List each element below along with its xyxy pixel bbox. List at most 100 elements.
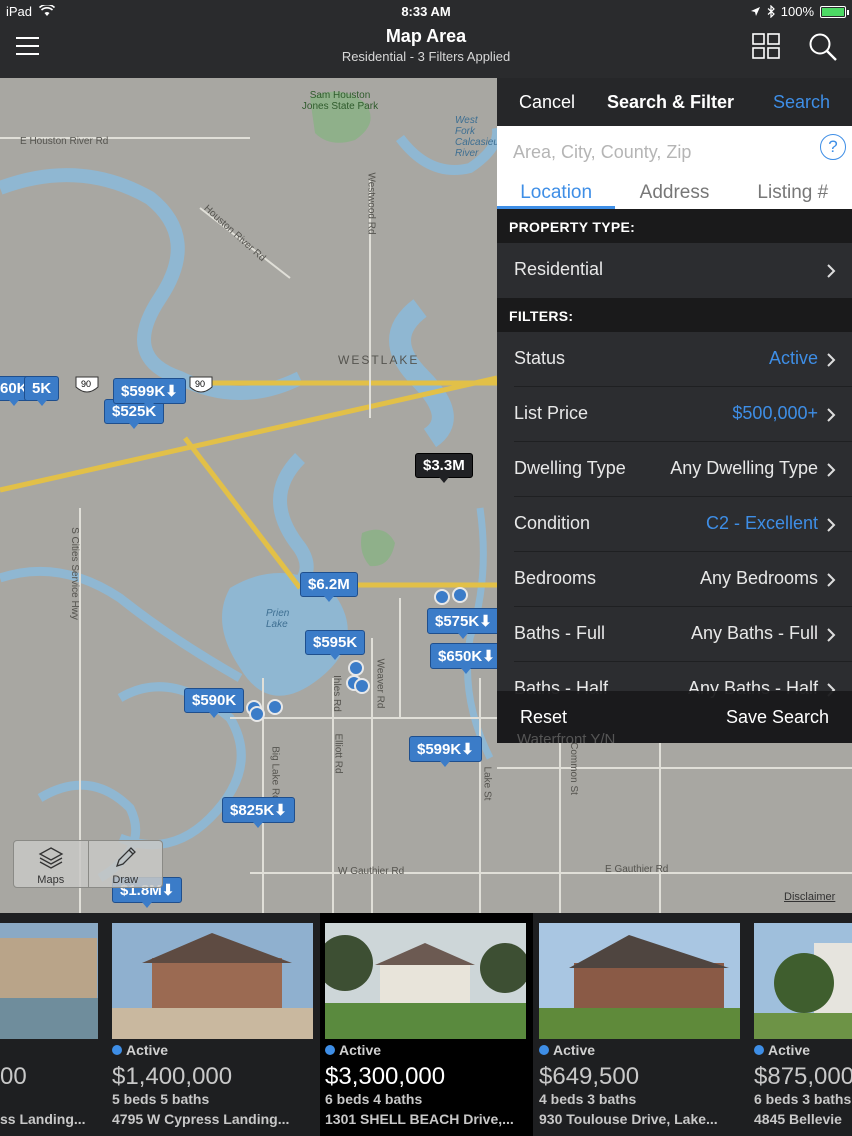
filter-row-status[interactable]: Status Active — [497, 332, 852, 387]
listing-beds: 4 beds 3 baths — [539, 1091, 637, 1107]
panel-footer: Waterfront Y/N Reset Save Search — [497, 691, 852, 743]
filter-row-baths-full[interactable]: Baths - Full Any Baths - Full — [497, 607, 852, 662]
chevron-right-icon — [827, 518, 836, 532]
listing-carousel[interactable]: 00 ss Landing... Active $1,400,000 5 bed… — [0, 913, 852, 1136]
reset-button[interactable]: Reset — [520, 707, 567, 728]
listing-photo — [754, 923, 852, 1039]
price-pin[interactable]: $825K⬇ — [222, 797, 295, 828]
map-label-lake-st: Lake St — [481, 766, 493, 801]
price-pin-selected[interactable]: $3.3M — [415, 453, 473, 483]
listing-photo — [0, 923, 98, 1039]
listing-card-selected[interactable]: Active $3,300,000 6 beds 4 baths 1301 SH… — [320, 913, 533, 1136]
price-pin[interactable]: $599K⬇ — [113, 378, 186, 409]
listing-address: 1301 SHELL BEACH Drive,... — [325, 1111, 514, 1127]
filter-row-dwelling-type[interactable]: Dwelling Type Any Dwelling Type — [497, 442, 852, 497]
map-label-weaver: Weaver Rd — [374, 658, 386, 709]
cluster-dot[interactable] — [348, 660, 364, 676]
search-tabs: Location Address Listing # — [497, 178, 852, 209]
tab-listing-number[interactable]: Listing # — [734, 178, 852, 209]
map-label-common-st: Common St — [567, 742, 579, 795]
search-box: Area, City, County, Zip ? Location Addre… — [497, 126, 852, 209]
location-search-input[interactable]: Area, City, County, Zip — [513, 142, 691, 163]
filter-value: C2 - Excellent — [705, 513, 818, 533]
search-icon[interactable] — [808, 32, 838, 62]
listing-price: $649,500 — [539, 1063, 640, 1090]
property-type-value: Residential — [514, 259, 604, 279]
map-label-big-lake: Big Lake Rd — [269, 746, 281, 801]
cluster-dot[interactable] — [267, 699, 283, 715]
price-pin[interactable]: $595K — [305, 630, 366, 660]
cluster-dot[interactable] — [249, 706, 265, 722]
tab-address[interactable]: Address — [615, 178, 733, 209]
filter-value: Any Dwelling Type — [670, 458, 818, 478]
status-bar: iPad 8:33 AM 100% — [0, 3, 852, 22]
listing-status: Active — [754, 1042, 852, 1060]
listing-card[interactable]: 00 ss Landing... — [0, 913, 105, 1136]
listing-address: 930 Toulouse Drive, Lake... — [539, 1111, 718, 1127]
nav-title-block: Map Area Residential - 3 Filters Applied — [0, 26, 852, 64]
listing-address: 4795 W Cypress Landing... — [112, 1111, 290, 1127]
price-pin[interactable]: 5K — [24, 376, 60, 406]
listing-price: $1,400,000 — [112, 1063, 233, 1090]
waterfront-row-label: Waterfront Y/N — [517, 731, 616, 743]
cancel-button[interactable]: Cancel — [519, 92, 575, 113]
save-search-button[interactable]: Save Search — [726, 707, 829, 728]
cluster-dot[interactable] — [354, 678, 370, 694]
maps-label: Maps — [37, 874, 65, 886]
layers-icon — [38, 847, 64, 869]
price-pin[interactable]: $650K⬇ — [430, 643, 503, 674]
listing-beds: 6 beds 4 baths — [325, 1091, 423, 1107]
grid-view-icon[interactable] — [752, 33, 780, 59]
bluetooth-icon — [767, 5, 775, 18]
help-icon[interactable]: ? — [820, 134, 846, 160]
chevron-right-icon — [827, 353, 836, 367]
filter-row-list-price[interactable]: List Price $500,000+ — [497, 387, 852, 442]
listing-card[interactable]: Active $649,500 4 beds 3 baths 930 Toulo… — [534, 913, 747, 1136]
search-button[interactable]: Search — [773, 92, 830, 113]
location-arrow-icon — [750, 7, 760, 16]
filter-value: Any Baths - Full — [690, 623, 818, 643]
property-type-row[interactable]: Residential — [497, 243, 852, 298]
map-label-park: Sam Houston Jones State Park — [301, 90, 379, 112]
listing-beds: 6 beds 3 baths — [754, 1091, 852, 1107]
page-title: Map Area — [385, 26, 467, 46]
draw-button[interactable]: Draw — [87, 841, 163, 887]
map-label-w-gauthier: W Gauthier Rd — [338, 866, 405, 877]
price-pin[interactable]: $590K — [184, 688, 245, 718]
route-90-shield: 90 — [195, 379, 206, 389]
map-label-westwood: Westwood Rd — [365, 172, 377, 235]
price-pin[interactable]: $6.2M — [300, 572, 358, 602]
filter-label: Baths - Full — [514, 623, 606, 643]
disclaimer-link[interactable]: Disclaimer — [784, 891, 835, 903]
filter-row-condition[interactable]: Condition C2 - Excellent — [497, 497, 852, 552]
cluster-dot[interactable] — [452, 587, 468, 603]
navigation-bar: iPad 8:33 AM 100% Map Area Residential -… — [0, 0, 852, 78]
listing-card[interactable]: Active $1,400,000 5 beds 5 baths 4795 W … — [107, 913, 320, 1136]
listing-status-text: Active — [339, 1042, 382, 1058]
panel-header: Cancel Search & Filter Search — [497, 78, 852, 126]
filter-label: Status — [514, 348, 566, 368]
filter-value: $500,000+ — [732, 403, 818, 423]
filter-row-bedrooms[interactable]: Bedrooms Any Bedrooms — [497, 552, 852, 607]
chevron-right-icon — [827, 573, 836, 587]
listing-beds: 5 beds 5 baths — [112, 1091, 210, 1107]
draw-label: Draw — [112, 874, 139, 886]
map-label-prien-lake: Prien Lake — [266, 608, 290, 630]
listing-address: 4845 Bellevie — [754, 1111, 842, 1127]
tab-location[interactable]: Location — [497, 178, 616, 209]
map-label-ihles: Ihles Rd — [330, 675, 342, 712]
listing-price: 00 — [0, 1063, 27, 1090]
clock: 8:33 AM — [401, 4, 451, 19]
cluster-dot[interactable] — [434, 589, 450, 605]
price-pin[interactable]: $599K⬇ — [409, 736, 482, 767]
map-tools: Maps Draw — [13, 840, 163, 888]
map-label-e-houston-river: E Houston River Rd — [20, 136, 109, 147]
page-subtitle: Residential - 3 Filters Applied — [341, 49, 511, 64]
listing-card[interactable]: Active $875,000 6 beds 3 baths 4845 Bell… — [749, 913, 852, 1136]
price-pin[interactable]: $575K⬇ — [427, 608, 500, 639]
pencil-icon — [116, 847, 137, 868]
map-label-westlake: WESTLAKE — [338, 353, 420, 367]
filters-header: FILTERS: — [497, 298, 852, 332]
maps-button[interactable]: Maps — [14, 841, 88, 887]
map-label-elliott: Elliott Rd — [332, 733, 344, 774]
